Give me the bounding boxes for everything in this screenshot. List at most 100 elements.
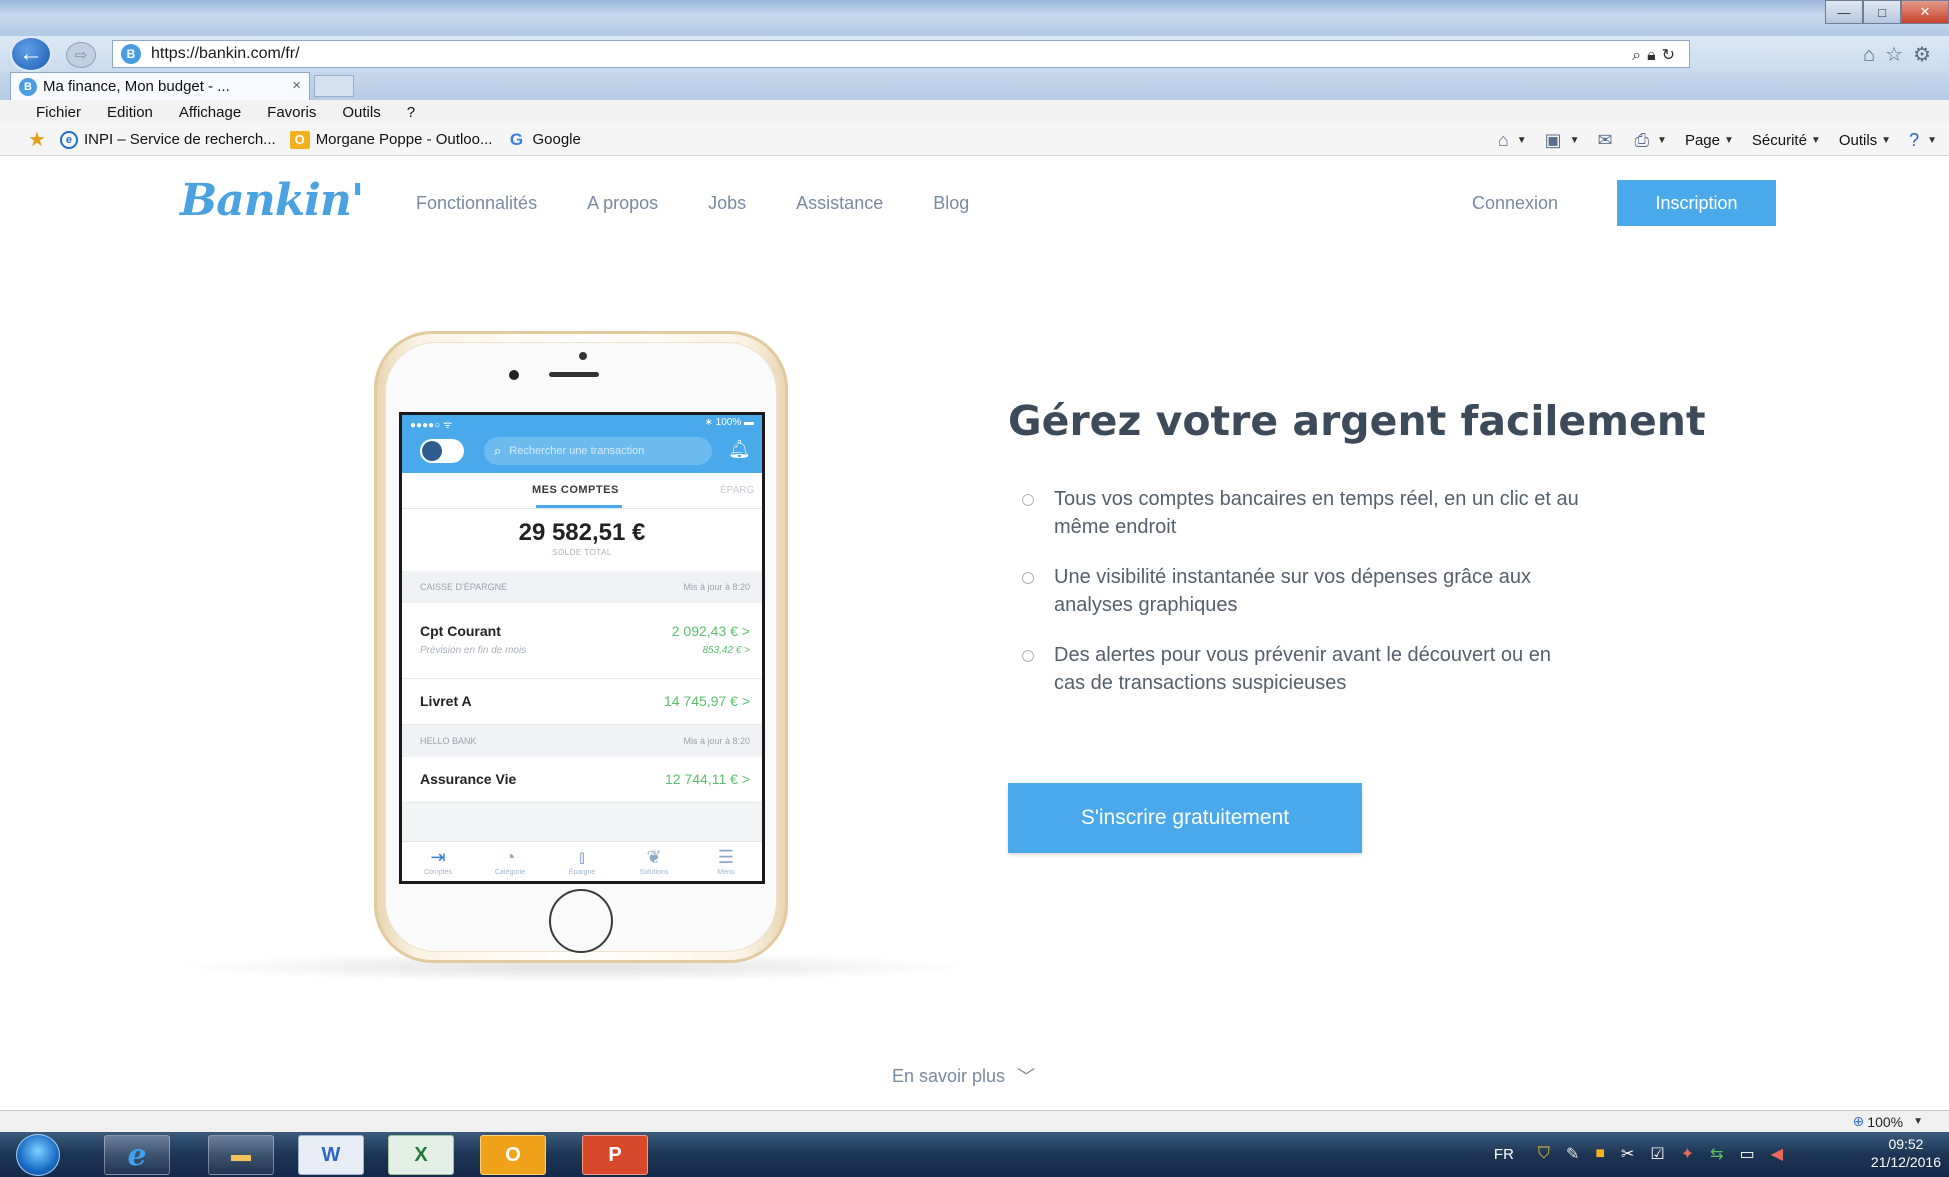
favorite-google[interactable]: G Google: [506, 129, 581, 149]
pen-icon[interactable]: ✎: [1566, 1144, 1579, 1164]
bank-name: HELLO BANK: [420, 736, 477, 746]
menu-affichage[interactable]: Affichage: [179, 104, 241, 121]
help-menu[interactable]: ? ▼: [1909, 130, 1937, 151]
network-arrows-icon[interactable]: ⇆: [1710, 1144, 1723, 1164]
nav-jobs[interactable]: Jobs: [708, 193, 746, 214]
app-header: ●●●●○ ᯤ ∗ 100% ▬ ⌕ Rechercher une transa…: [402, 415, 762, 473]
close-window-button[interactable]: ✕: [1901, 0, 1949, 24]
forward-button[interactable]: ⇨: [66, 42, 96, 68]
action-center-icon[interactable]: ▭: [1740, 1144, 1755, 1164]
rss-feed-icon: ▣: [1544, 129, 1562, 150]
menu-bar: Fichier Edition Affichage Favoris Outils…: [0, 100, 1949, 124]
zoom-control[interactable]: ⊕ 100% ▼: [1853, 1113, 1923, 1130]
address-bar[interactable]: B https://bankin.com/fr/ ⌕🔒︎↻: [112, 40, 1690, 68]
menu-outils[interactable]: Outils: [342, 104, 380, 121]
chevron-down-icon: ▼: [1881, 134, 1892, 146]
settings-gear-icon[interactable]: ⚙: [1913, 44, 1941, 66]
feeds-command[interactable]: ▣ ▼: [1545, 130, 1580, 151]
arrow-left-icon: ←: [19, 40, 43, 67]
new-tab-button[interactable]: [314, 75, 354, 97]
search-icon[interactable]: ⌕: [1632, 47, 1647, 64]
feature-item: Une visibilité instantanée sur vos dépen…: [1022, 563, 1582, 619]
tools-tray-icon[interactable]: ✂: [1621, 1144, 1634, 1164]
menu-help[interactable]: ?: [407, 104, 415, 121]
minimize-button[interactable]: —: [1825, 0, 1863, 24]
home-command[interactable]: ⌂ ▼: [1498, 130, 1527, 151]
bank-updated: Mis à jour à 8:20: [683, 736, 750, 746]
favorite-outlook[interactable]: O Morgane Poppe - Outloo...: [289, 130, 493, 149]
accounts-icon: ⇥: [430, 847, 446, 867]
outlook-icon: O: [505, 1143, 521, 1166]
bank-section-header: CAISSE D'ÉPARGNE Mis à jour à 8:20: [402, 571, 762, 603]
feature-text: Une visibilité instantanée sur vos dépen…: [1054, 566, 1531, 616]
bank-name: CAISSE D'ÉPARGNE: [420, 582, 508, 592]
browser-status-bar: ⊕ 100% ▼: [0, 1110, 1949, 1132]
print-command[interactable]: ⎙ ▼: [1635, 130, 1667, 151]
security-menu[interactable]: Sécurité ▼: [1752, 132, 1821, 149]
favorite-outlook-label: Morgane Poppe - Outloo...: [315, 131, 493, 148]
internet-explorer-icon: e: [127, 1137, 147, 1173]
feature-list: Tous vos comptes bancaires en temps réel…: [1022, 485, 1582, 719]
screen-root: — □ ✕ ← ⇨ B https://bankin.com/fr/ ⌕🔒︎↻ …: [0, 0, 1949, 1177]
chevron-down-icon: ▼: [1927, 134, 1937, 146]
account-amount: 2 092,43 € >: [671, 623, 750, 639]
bird-tray-icon[interactable]: ✦: [1681, 1144, 1694, 1164]
inscription-button[interactable]: Inscription: [1617, 180, 1776, 226]
favorites-star-icon[interactable]: ☆: [1885, 44, 1913, 66]
page-menu[interactable]: Page ▼: [1685, 132, 1734, 149]
security-menu-label: Sécurité: [1751, 131, 1807, 149]
connexion-link[interactable]: Connexion: [1472, 193, 1558, 214]
taskbar-internet-explorer[interactable]: e: [104, 1135, 170, 1175]
favorite-inpi[interactable]: e INPI – Service de recherch...: [59, 130, 276, 149]
taskbar-file-explorer[interactable]: ▬: [208, 1135, 274, 1175]
menu-edition[interactable]: Edition: [107, 104, 153, 121]
home-icon[interactable]: ⌂: [1863, 44, 1885, 66]
favorite-inpi-label: INPI – Service de recherch...: [83, 131, 276, 148]
account-amount: 14 745,97 € >: [663, 693, 750, 709]
maximize-button[interactable]: □: [1863, 0, 1901, 24]
powerpoint-icon: P: [608, 1143, 622, 1166]
windows-taskbar: e ▬ W X O P FR ⛉ ✎ ■ ✂ ☑ ✦ ⇆ ▭ ◀ 09:52 2…: [0, 1132, 1949, 1177]
lock-icon[interactable]: 🔒︎: [1647, 47, 1662, 64]
taskbar-word[interactable]: W: [298, 1135, 364, 1175]
outlook-tray-icon[interactable]: ■: [1595, 1145, 1605, 1163]
google-icon: G: [509, 129, 524, 149]
tab-close-icon[interactable]: ×: [292, 77, 301, 94]
back-button[interactable]: ←: [10, 36, 52, 72]
taskbar-excel[interactable]: X: [388, 1135, 454, 1175]
phone-speaker: [549, 372, 599, 377]
app-nav-label: Menu: [717, 869, 735, 876]
refresh-icon[interactable]: ↻: [1662, 47, 1681, 64]
nav-fonctionnalites[interactable]: Fonctionnalités: [416, 193, 537, 214]
app-total-balance: 29 582,51 € SOLDE TOTAL: [402, 509, 762, 571]
start-button[interactable]: [16, 1134, 60, 1176]
nav-assistance[interactable]: Assistance: [796, 193, 883, 214]
tab-bankin[interactable]: B Ma finance, Mon budget - ... ×: [10, 72, 310, 100]
menu-favoris[interactable]: Favoris: [267, 104, 316, 121]
bankin-logo[interactable]: Bankin': [180, 175, 364, 226]
favorite-google-label: Google: [532, 131, 581, 148]
language-indicator[interactable]: FR: [1494, 1146, 1514, 1163]
app-tab-mes-comptes: MES COMPTES: [532, 484, 619, 496]
security-shield-icon[interactable]: ⛉: [1538, 1145, 1550, 1163]
tools-menu[interactable]: Outils ▼: [1839, 132, 1891, 149]
chevron-down-icon: ▼: [1913, 1116, 1923, 1127]
app-tab-indicator: [536, 505, 622, 508]
add-favorite-star-icon[interactable]: ★: [28, 127, 46, 152]
taskbar-powerpoint[interactable]: P: [582, 1135, 648, 1175]
nav-blog[interactable]: Blog: [933, 193, 969, 214]
circle-bullet-icon: [1022, 494, 1034, 506]
nav-a-propos[interactable]: A propos: [587, 193, 658, 214]
signup-free-button[interactable]: S'inscrire gratuitement: [1008, 783, 1362, 853]
checkbox-tray-icon[interactable]: ☑: [1650, 1144, 1664, 1164]
taskbar-outlook[interactable]: O: [480, 1135, 546, 1175]
volume-icon[interactable]: ◀: [1771, 1144, 1783, 1164]
learn-more-link[interactable]: En savoir plus ﹀: [892, 1063, 1035, 1089]
system-clock[interactable]: 09:52 21/12/2016: [1871, 1135, 1941, 1171]
mail-command[interactable]: ✉: [1598, 130, 1617, 151]
menu-fichier[interactable]: Fichier: [36, 104, 81, 121]
app-search-field: ⌕ Rechercher une transaction: [484, 437, 712, 465]
url-text[interactable]: https://bankin.com/fr/: [151, 45, 300, 63]
app-nav-comptes: ⇥ Comptes: [408, 842, 468, 881]
leaf-icon: ❦: [646, 847, 662, 867]
